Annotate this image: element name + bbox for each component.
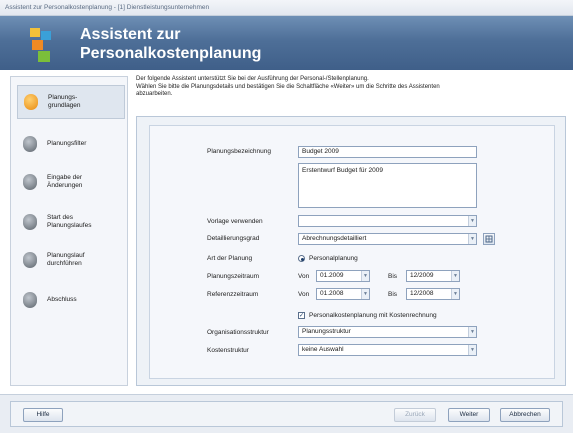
wizard-title-line1: Assistent zur <box>80 26 181 43</box>
chevron-down-icon[interactable]: ▼ <box>468 327 476 337</box>
detail-value: Abrechnungsdetailliert <box>302 235 367 242</box>
wizard-title-line2: Personalkostenplanung <box>80 45 262 62</box>
bezeichnung-input[interactable]: Budget 2009 <box>298 146 477 158</box>
wizard-title: Assistent zur Personalkostenplanung <box>80 25 261 63</box>
pz-bis-value: 12/2009 <box>410 272 434 279</box>
pz-bis-label: Bis <box>388 273 398 280</box>
step-icon <box>23 292 37 308</box>
chevron-down-icon[interactable]: ▼ <box>361 271 369 281</box>
chevron-down-icon[interactable]: ▼ <box>361 289 369 299</box>
step-icon <box>23 214 37 230</box>
step-abschluss[interactable]: Abschluss <box>17 283 125 317</box>
org-select[interactable]: Planungsstruktur ▼ <box>298 326 477 338</box>
art-value: Personalplanung <box>309 255 358 262</box>
planning-form-panel: Planungsbezeichnung Budget 2009 Erstentw… <box>136 116 566 386</box>
bezeichnung-label: Planungsbezeichnung <box>207 148 271 155</box>
step-label: Planungs-grundlagen <box>48 94 81 109</box>
detail-select[interactable]: Abrechnungsdetailliert ▼ <box>298 233 477 245</box>
window-titlebar: Assistent zur Personalkostenplanung - [1… <box>0 0 573 16</box>
chevron-down-icon[interactable]: ▼ <box>468 345 476 355</box>
step-label: Eingabe der Änderungen <box>47 174 83 189</box>
wizard-steps-sidebar: Planungs-grundlagen Planungsfilter Einga… <box>10 76 128 386</box>
back-button[interactable]: Zurück <box>394 408 436 422</box>
rz-label: Referenzzeitraum <box>207 291 259 298</box>
art-radio[interactable] <box>298 255 305 262</box>
wizard-footer: Hilfe Zurück Weiter Abbrechen <box>0 394 573 433</box>
chevron-down-icon[interactable]: ▼ <box>468 234 476 244</box>
step-icon <box>23 252 37 268</box>
rz-von-field[interactable]: 01.2008 ▼ <box>316 288 370 300</box>
kosten-checkbox[interactable]: ✓ <box>298 312 305 319</box>
rz-von-label: Von <box>298 291 310 298</box>
footer-button-bar: Hilfe Zurück Weiter Abbrechen <box>10 401 563 427</box>
kst-label: Kostenstruktur <box>207 347 249 354</box>
step-planungsfilter[interactable]: Planungsfilter <box>17 127 125 161</box>
help-button[interactable]: Hilfe <box>23 408 63 422</box>
chevron-down-icon[interactable]: ▼ <box>451 271 459 281</box>
org-label: Organisationsstruktur <box>207 329 269 336</box>
rz-bis-field[interactable]: 12/2008 ▼ <box>406 288 460 300</box>
rz-von-value: 01.2008 <box>320 290 344 297</box>
wizard-header: Assistent zur Personalkostenplanung <box>0 16 573 70</box>
kst-select[interactable]: keine Auswahl ▼ <box>298 344 477 356</box>
org-value: Planungsstruktur <box>302 328 351 335</box>
grid-icon <box>485 235 493 243</box>
step-label: Planungsfilter <box>47 140 87 147</box>
step-icon <box>23 174 37 190</box>
chevron-down-icon[interactable]: ▼ <box>468 216 476 226</box>
wizard-logo-icon <box>30 28 51 62</box>
art-label: Art der Planung <box>207 255 253 262</box>
intro-line: abzuarbeiten. <box>136 91 173 97</box>
step-icon <box>23 136 37 152</box>
rz-bis-label: Bis <box>388 291 398 298</box>
step-label: Abschluss <box>47 296 77 303</box>
vorlage-label: Vorlage verwenden <box>207 218 263 225</box>
pz-bis-field[interactable]: 12/2009 ▼ <box>406 270 460 282</box>
step-planungslauf-durchfuehren[interactable]: Planungslauf durchführen <box>17 243 125 277</box>
vorlage-select[interactable]: ▼ <box>298 215 477 227</box>
chevron-down-icon[interactable]: ▼ <box>451 289 459 299</box>
pz-von-value: 01.2009 <box>320 272 344 279</box>
planning-form-inner: Planungsbezeichnung Budget 2009 Erstentw… <box>149 125 555 379</box>
cancel-button[interactable]: Abbrechen <box>500 408 550 422</box>
intro-line: Wählen Sie bitte die Planungsdetails und… <box>136 83 440 90</box>
window-title: Assistent zur Personalkostenplanung - [1… <box>5 4 210 11</box>
pz-von-field[interactable]: 01.2009 ▼ <box>316 270 370 282</box>
kosten-check-label: Personalkostenplanung mit Kostenrechnung <box>309 312 437 319</box>
pz-von-label: Von <box>298 273 310 280</box>
step-eingabe-aenderungen[interactable]: Eingabe der Änderungen <box>17 165 125 199</box>
step-label: Start des Planungslaufes <box>47 214 92 229</box>
detail-settings-button[interactable] <box>483 233 495 245</box>
step-active-icon <box>24 94 38 110</box>
rz-bis-value: 12/2008 <box>410 290 434 297</box>
step-start-planungslauf[interactable]: Start des Planungslaufes <box>17 205 125 239</box>
next-button[interactable]: Weiter <box>448 408 490 422</box>
step-planungsgrundlagen[interactable]: Planungs-grundlagen <box>17 85 125 119</box>
pz-label: Planungszeitraum <box>207 273 260 280</box>
intro-text: Der folgende Assistent unterstützt Sie b… <box>136 76 566 112</box>
intro-line: Der folgende Assistent unterstützt Sie b… <box>136 76 369 82</box>
detail-label: Detaillierungsgrad <box>207 235 260 242</box>
beschreibung-textarea[interactable]: Erstentwurf Budget für 2009 <box>298 163 477 208</box>
kst-value: keine Auswahl <box>302 346 344 353</box>
step-label: Planungslauf durchführen <box>47 252 85 267</box>
